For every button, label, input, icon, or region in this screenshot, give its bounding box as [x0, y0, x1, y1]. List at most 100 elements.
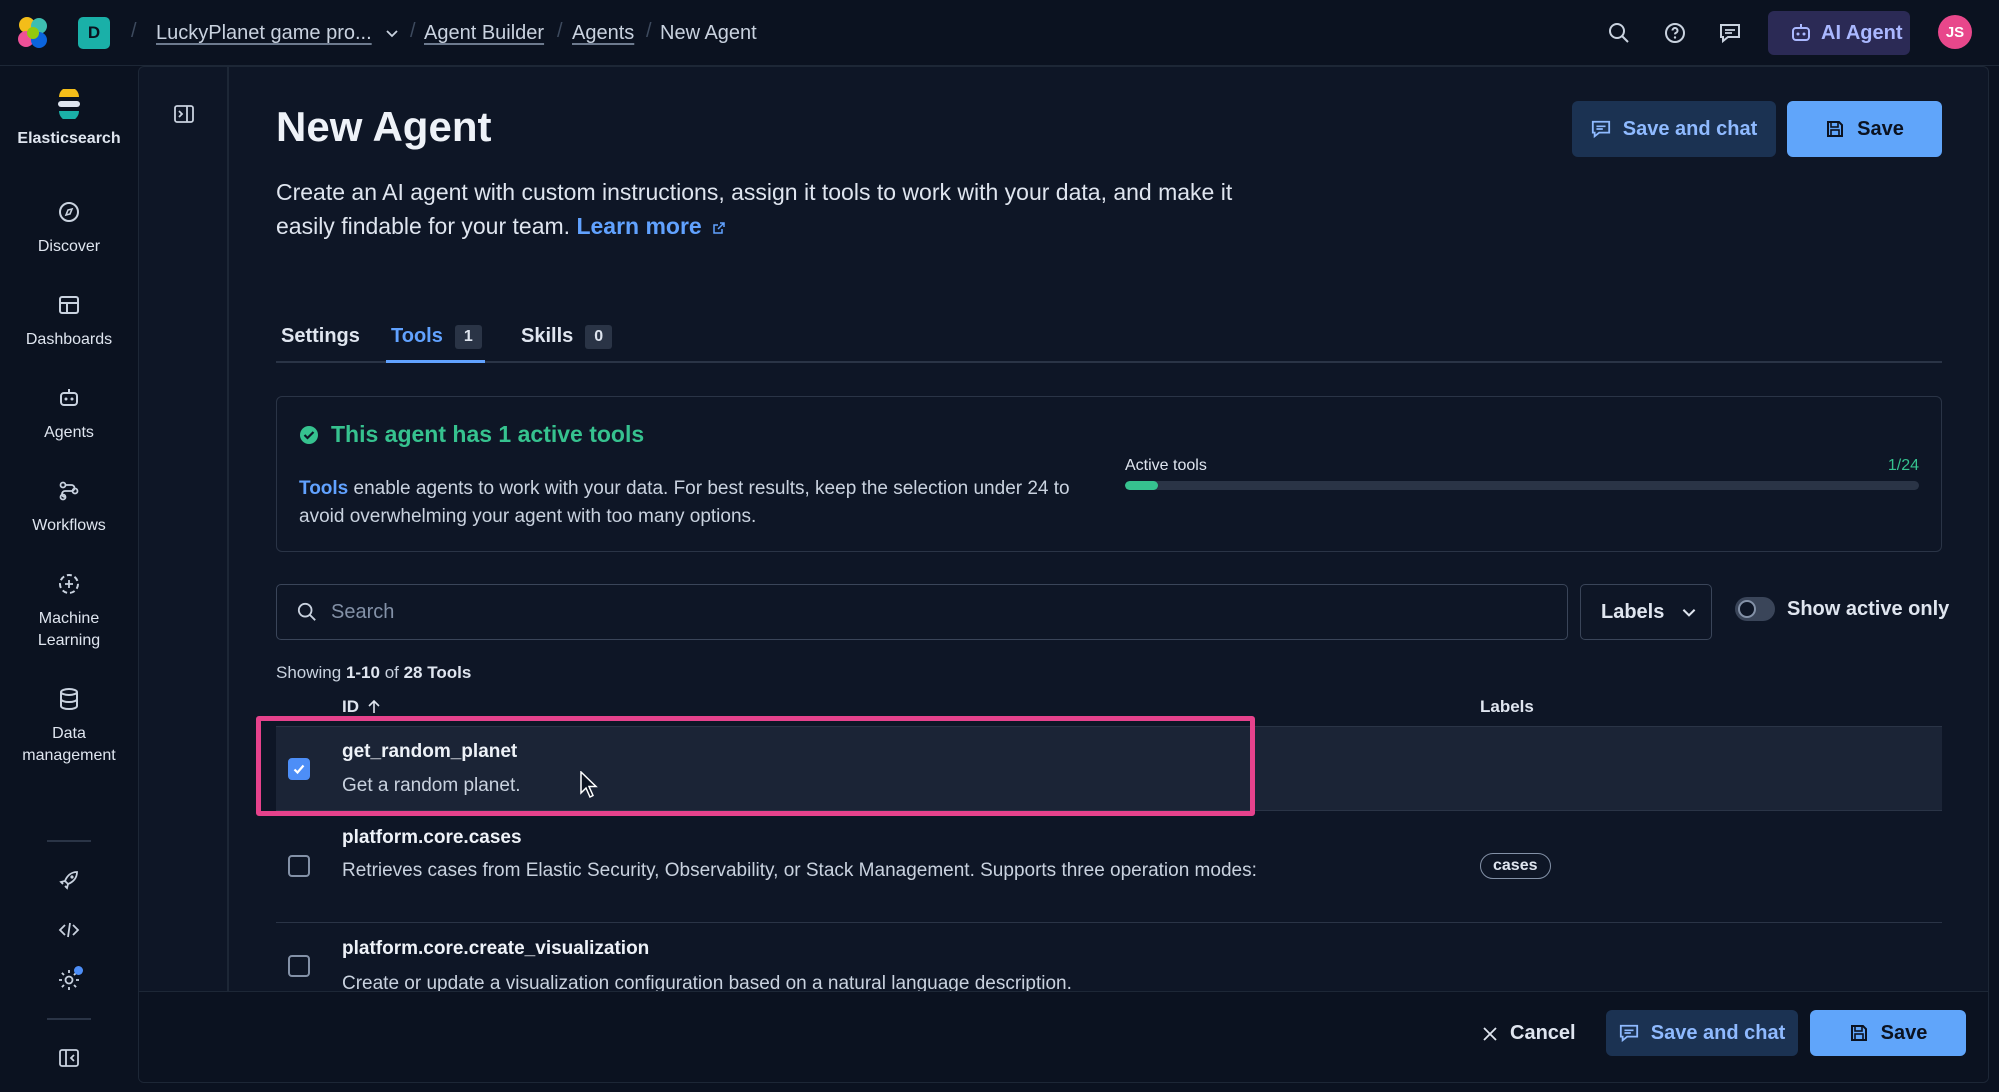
nav-label: Agents — [44, 424, 94, 441]
breadcrumb-project[interactable]: LuckyPlanet game pro... — [156, 22, 372, 45]
breadcrumb-agent-builder[interactable]: Agent Builder — [424, 22, 544, 45]
compass-icon — [55, 198, 83, 226]
nav-item-machine-learning[interactable]: Machine Learning — [0, 570, 138, 652]
label-badge[interactable]: cases — [1480, 853, 1551, 879]
tab-label: Skills — [521, 325, 574, 347]
chat-icon — [1591, 119, 1611, 139]
search-icon — [297, 602, 317, 622]
user-avatar[interactable]: JS — [1938, 15, 1972, 49]
robot-icon — [55, 384, 83, 412]
results-total: 28 — [403, 663, 423, 682]
tool-id[interactable]: get_random_planet — [342, 741, 517, 763]
callout-title: This agent has 1 active tools — [299, 421, 644, 448]
save-and-chat-label: Save and chat — [1650, 1021, 1786, 1044]
labels-filter-label: Labels — [1601, 600, 1665, 623]
breadcrumb-current: New Agent — [660, 22, 757, 44]
secondary-nav-column — [139, 67, 229, 991]
save-and-chat-label: Save and chat — [1622, 117, 1758, 140]
workflow-icon — [55, 477, 83, 505]
space-badge[interactable]: D — [78, 17, 110, 49]
learn-more-link[interactable]: Learn more — [576, 213, 726, 239]
expand-panel-icon[interactable] — [171, 101, 197, 127]
tab-skills[interactable]: Skills 0 — [521, 317, 613, 363]
rocket-icon[interactable] — [55, 866, 83, 894]
collapse-nav-icon[interactable] — [55, 1044, 83, 1072]
nav-divider — [47, 840, 91, 842]
cancel-button[interactable]: Cancel — [1482, 1022, 1576, 1045]
tool-id[interactable]: platform.core.create_visualization — [342, 938, 649, 960]
database-icon — [55, 685, 83, 713]
save-label: Save — [1880, 1021, 1928, 1044]
row-checkbox[interactable] — [288, 955, 310, 977]
elasticsearch-logo-icon — [55, 89, 83, 119]
gear-icon[interactable] — [55, 966, 83, 994]
search-icon[interactable] — [1605, 19, 1633, 47]
breadcrumb-agents[interactable]: Agents — [572, 22, 634, 45]
save-and-chat-button-bottom[interactable]: Save and chat — [1606, 1010, 1798, 1056]
tool-id[interactable]: platform.core.cases — [342, 827, 522, 849]
results-range: 1-10 — [345, 663, 380, 682]
save-button-bottom[interactable]: Save — [1810, 1010, 1966, 1056]
code-icon[interactable] — [55, 916, 83, 944]
tool-description: Retrieves cases from Elastic Security, O… — [342, 860, 1257, 881]
nav-divider — [47, 1018, 91, 1020]
search-input[interactable] — [331, 600, 1531, 624]
page-description-text: Create an AI agent with custom instructi… — [276, 179, 1233, 239]
nav-item-workflows[interactable]: Workflows — [0, 477, 138, 537]
nav-item-discover[interactable]: Discover — [0, 198, 138, 258]
left-nav: Elasticsearch Discover Dashboards Agents… — [0, 66, 138, 1092]
tab-settings[interactable]: Settings — [281, 317, 360, 363]
row-checkbox[interactable] — [288, 855, 310, 877]
active-tools-progress-bar — [1125, 481, 1919, 490]
external-link-icon — [713, 222, 725, 234]
tab-label: Tools — [391, 325, 443, 347]
nav-item-data-management[interactable]: Data management — [0, 685, 138, 767]
tab-count-badge: 0 — [585, 325, 613, 349]
nav-item-agents[interactable]: Agents — [0, 384, 138, 444]
save-icon — [1825, 119, 1845, 139]
active-tools-callout: This agent has 1 active tools Tools enab… — [276, 396, 1942, 552]
tab-label: Settings — [281, 325, 360, 347]
sort-ascending-icon — [367, 699, 381, 715]
table-row[interactable]: get_random_planet Get a random planet. — [276, 727, 1942, 811]
chevron-down-icon — [1680, 603, 1698, 621]
nav-item-elasticsearch[interactable]: Elasticsearch — [0, 89, 138, 150]
breadcrumb-separator: / — [410, 20, 416, 42]
labels-filter-button[interactable]: Labels — [1580, 584, 1712, 640]
results-prefix: Showing — [276, 663, 346, 682]
check-icon — [293, 764, 305, 775]
chat-icon[interactable] — [1716, 19, 1744, 47]
breadcrumb-separator: / — [131, 20, 137, 42]
chat-icon — [1619, 1023, 1639, 1043]
show-active-only-label: Show active only — [1787, 597, 1950, 620]
nav-label: Elasticsearch — [17, 130, 121, 147]
nav-item-dashboards[interactable]: Dashboards — [0, 291, 138, 351]
search-box[interactable] — [276, 584, 1568, 640]
cancel-label: Cancel — [1510, 1022, 1576, 1044]
save-icon — [1849, 1023, 1869, 1043]
chevron-down-icon[interactable] — [378, 19, 406, 47]
save-button-top[interactable]: Save — [1787, 101, 1942, 157]
page-description: Create an AI agent with custom instructi… — [276, 175, 1256, 243]
table-row[interactable]: platform.core.cases Retrieves cases from… — [276, 811, 1942, 923]
table-header: ID Labels — [276, 685, 1942, 727]
column-header-id[interactable]: ID — [342, 697, 381, 717]
close-icon — [1482, 1026, 1498, 1042]
help-icon[interactable] — [1661, 19, 1689, 47]
elastic-logo-icon[interactable] — [15, 15, 51, 51]
tools-table: ID Labels get_random_planet Get a random… — [276, 685, 1942, 1013]
toggle-switch[interactable] — [1735, 597, 1775, 621]
nav-label: Dashboards — [25, 331, 113, 348]
nav-label: Workflows — [32, 517, 106, 534]
tab-tools[interactable]: Tools 1 — [386, 317, 485, 363]
show-active-only-toggle[interactable]: Show active only — [1735, 597, 1949, 621]
save-and-chat-button-top[interactable]: Save and chat — [1572, 101, 1776, 157]
callout-text: Tools enable agents to work with your da… — [299, 475, 1119, 531]
results-suffix: Tools — [427, 663, 472, 682]
ai-agent-button[interactable]: AI Agent — [1768, 11, 1910, 55]
nav-label: Discover — [37, 238, 101, 255]
mouse-cursor-icon — [580, 771, 598, 799]
row-checkbox[interactable] — [288, 758, 310, 780]
column-header-labels: Labels — [1480, 697, 1534, 717]
tools-link[interactable]: Tools — [299, 478, 348, 499]
